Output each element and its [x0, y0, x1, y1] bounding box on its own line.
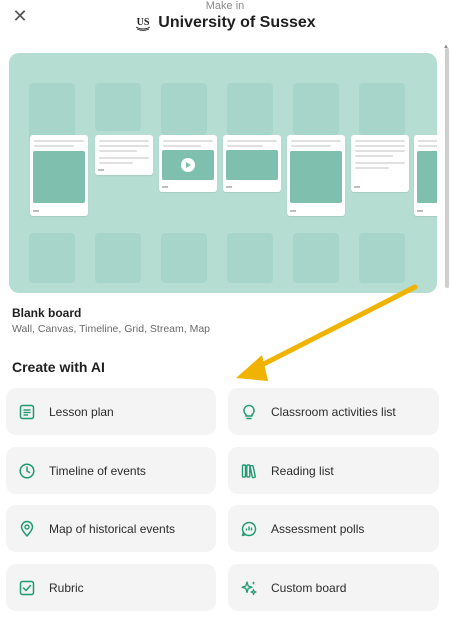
preview-ghost-column: [29, 83, 75, 143]
tile-label: Assessment polls: [271, 521, 365, 536]
preview-card: [95, 135, 153, 175]
preview-ghost-column: [227, 83, 273, 135]
tile-label: Reading list: [271, 463, 334, 478]
tile-label: Timeline of events: [49, 463, 146, 478]
sparkles-icon: [239, 578, 259, 598]
org-name: University of Sussex: [158, 14, 316, 31]
chat-poll-icon: [239, 519, 259, 539]
svg-text:US: US: [137, 17, 150, 28]
make-in-label: Make in: [205, 0, 245, 12]
preview-ghost-column: [95, 233, 141, 283]
preview-ghost-column: [359, 83, 405, 135]
blank-board-title[interactable]: Blank board: [12, 306, 81, 320]
tile-classroom-activities-list[interactable]: Classroom activities list: [228, 388, 439, 435]
preview-card: [414, 135, 437, 216]
university-logo-icon: US: [136, 17, 151, 31]
tile-label: Classroom activities list: [271, 404, 396, 419]
tile-rubric[interactable]: Rubric: [6, 564, 216, 611]
tile-assessment-polls[interactable]: Assessment polls: [228, 505, 439, 552]
preview-ghost-column: [95, 83, 141, 131]
tile-lesson-plan[interactable]: Lesson plan: [6, 388, 216, 435]
tile-custom-board[interactable]: Custom board: [228, 564, 439, 611]
tile-label: Custom board: [271, 580, 347, 595]
play-icon: [181, 158, 195, 172]
preview-card: [223, 135, 281, 192]
books-icon: [239, 461, 259, 481]
header: Make in US University of Sussex: [0, 0, 450, 32]
preview-ghost-column: [293, 233, 339, 283]
scrollbar[interactable]: [444, 40, 450, 340]
checkbox-icon: [17, 578, 37, 598]
tile-label: Rubric: [49, 580, 84, 595]
tile-reading-list[interactable]: Reading list: [228, 447, 439, 494]
preview-ghost-column: [161, 233, 207, 283]
preview-card: [287, 135, 345, 216]
lightbulb-icon: [239, 402, 259, 422]
document-icon: [17, 402, 37, 422]
preview-ghost-column: [161, 83, 207, 135]
clock-icon: [17, 461, 37, 481]
scrollbar-thumb[interactable]: [445, 48, 449, 288]
preview-card: [159, 135, 217, 192]
tile-label: Lesson plan: [49, 404, 114, 419]
scroll-up-icon[interactable]: ▲: [443, 44, 449, 50]
preview-ghost-column: [293, 83, 339, 135]
tile-map-of-historical-events[interactable]: Map of historical events: [6, 505, 216, 552]
tile-label: Map of historical events: [49, 521, 176, 536]
org-selector[interactable]: US University of Sussex: [0, 14, 450, 32]
preview-ghost-column: [359, 233, 405, 283]
map-pin-icon: [17, 519, 37, 539]
preview-card: [351, 135, 409, 192]
create-with-ai-heading: Create with AI: [12, 359, 105, 375]
preview-card: [30, 135, 88, 216]
blank-board-subtitle: Wall, Canvas, Timeline, Grid, Stream, Ma…: [12, 323, 211, 335]
preview-ghost-column: [227, 233, 273, 283]
tile-timeline-of-events[interactable]: Timeline of events: [6, 447, 216, 494]
blank-board-preview[interactable]: [9, 53, 437, 293]
preview-ghost-column: [29, 233, 75, 283]
